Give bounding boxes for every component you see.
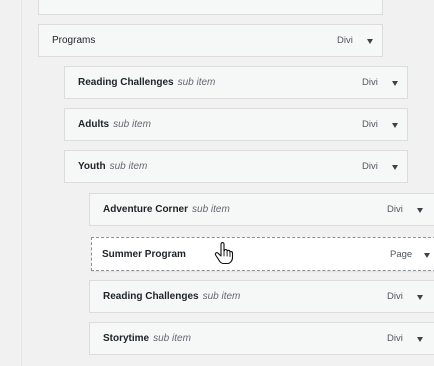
menu-item-title: Storytime sub item: [103, 333, 191, 344]
menu-item-type: Divi: [362, 77, 378, 88]
menu-item-type: Divi: [387, 204, 403, 215]
menu-item-adventure-corner[interactable]: Adventure Corner sub item Divi: [89, 193, 434, 226]
chevron-down-icon[interactable]: [392, 123, 398, 128]
hand-pointer-icon: [214, 242, 234, 264]
menu-item-title: Adventure Corner sub item: [103, 204, 230, 215]
menu-item-reading-challenges[interactable]: Reading Challenges sub item Divi: [64, 66, 408, 99]
menu-item-storytime[interactable]: Storytime sub item Divi: [89, 322, 434, 355]
sub-item-label: sub item: [113, 119, 151, 130]
menu-item-title: Programs: [52, 35, 96, 46]
sub-item-label: sub item: [109, 161, 148, 172]
menu-item-type: Page: [390, 249, 413, 260]
chevron-down-icon[interactable]: [367, 39, 373, 44]
menu-item-type: Divi: [387, 291, 403, 302]
menu-item-reading-challenges-2[interactable]: Reading Challenges sub item Divi: [89, 280, 434, 313]
chevron-down-icon[interactable]: [392, 165, 398, 170]
menu-item-title: Reading Challenges sub item: [78, 77, 216, 88]
menu-item-adults[interactable]: Adults sub item Divi: [64, 108, 408, 141]
sub-item-label: sub item: [153, 333, 191, 344]
menu-editor: Programs Divi Reading Challenges sub item…: [0, 0, 434, 366]
menu-structure-panel: Programs Divi Reading Challenges sub item…: [21, 0, 434, 366]
menu-item-summer-program[interactable]: Summer Program Page: [91, 237, 434, 271]
chevron-down-icon[interactable]: [392, 81, 398, 86]
sub-item-label: sub item: [202, 291, 241, 302]
chevron-down-icon[interactable]: [424, 253, 430, 258]
chevron-down-icon[interactable]: [417, 337, 423, 342]
menu-item-type: Divi: [387, 333, 403, 344]
menu-item-youth[interactable]: Youth sub item Divi: [64, 150, 408, 183]
menu-item-title: Youth sub item: [78, 161, 148, 172]
menu-item-title: Reading Challenges sub item: [103, 291, 241, 302]
menu-item-title: Summer Program: [102, 248, 186, 260]
admin-sidebar-edge: [0, 0, 21, 366]
menu-item-programs[interactable]: Programs Divi: [38, 24, 383, 57]
menu-item-title: Adults sub item: [78, 119, 151, 130]
menu-item-type: Divi: [362, 119, 378, 130]
menu-item-type: Divi: [362, 161, 378, 172]
menu-item-previous[interactable]: [38, 0, 383, 15]
sub-item-label: sub item: [177, 77, 216, 88]
chevron-down-icon[interactable]: [417, 295, 423, 300]
menu-item-type: Divi: [337, 35, 353, 46]
sub-item-label: sub item: [192, 204, 230, 215]
chevron-down-icon[interactable]: [417, 208, 423, 213]
